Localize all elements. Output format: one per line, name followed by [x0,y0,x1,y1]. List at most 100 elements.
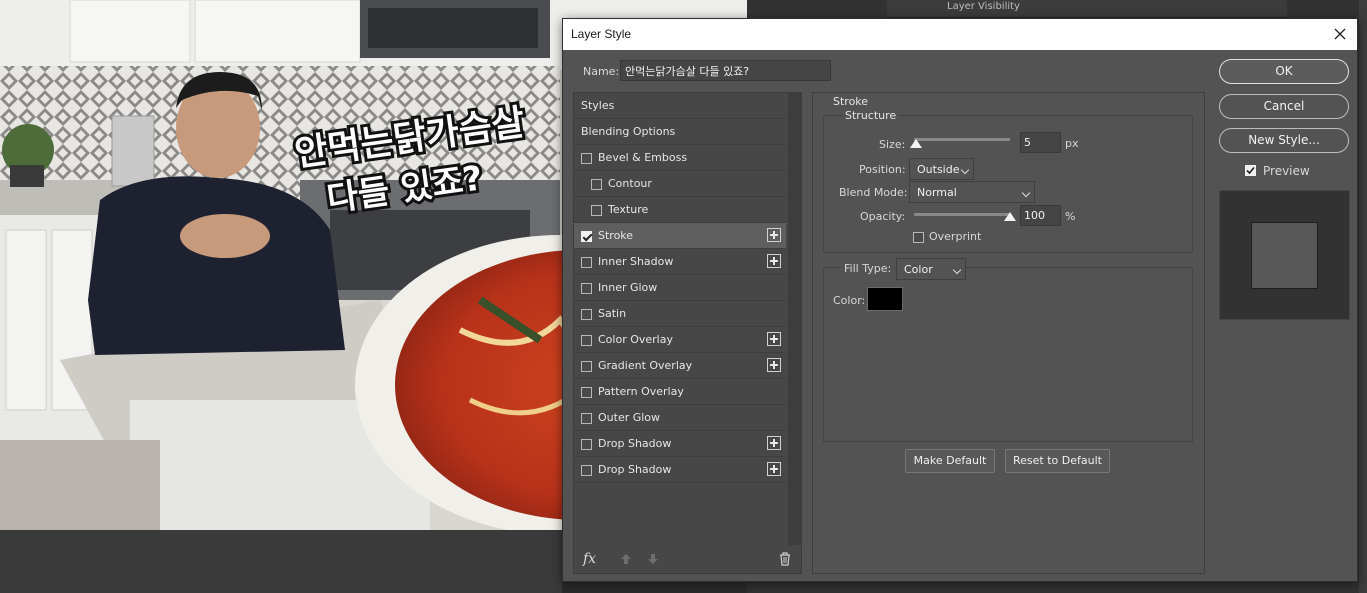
style-item-color-overlay[interactable]: Color Overlay [574,327,786,353]
blend-mode-label: Blend Mode: [839,186,908,199]
style-item-texture[interactable]: Texture [574,197,786,223]
fill-type-label: Fill Type: [841,262,895,275]
size-label: Size: [879,138,906,151]
preview-checkbox[interactable] [1245,165,1256,176]
styles-list: Styles Blending Options Bevel & Emboss Cont… [573,92,802,574]
style-item-label: Gradient Overlay [598,359,693,372]
stroke-settings-panel: Stroke Structure Size: 5 px Position: Ou… [812,92,1205,574]
size-slider[interactable] [914,138,1010,141]
position-select[interactable]: Outside [909,158,974,180]
add-style-plus-icon[interactable] [767,332,781,346]
ok-button[interactable]: OK [1219,59,1349,84]
styles-rows: Styles Blending Options Bevel & Emboss Cont… [574,93,786,483]
opacity-field[interactable]: 100 [1020,205,1061,226]
layer-style-dialog: Layer Style Name: 안먹는닭가슴살 다들 있죠? Styles B… [562,18,1358,582]
style-checkbox[interactable] [581,153,592,164]
name-label: Name: [583,65,620,78]
add-style-plus-icon[interactable] [767,462,781,476]
dialog-titlebar[interactable]: Layer Style [563,19,1357,50]
structure-title: Structure [843,109,899,122]
checkmark-icon [1246,166,1255,175]
color-swatch[interactable] [867,287,903,311]
blend-mode-value: Normal [917,186,957,199]
color-label: Color: [833,294,866,307]
style-checkbox[interactable] [581,283,592,294]
style-item-drop-shadow[interactable]: Drop Shadow [574,457,786,483]
make-default-button[interactable]: Make Default [905,449,995,473]
style-item-label: Drop Shadow [598,463,672,476]
layers-panel-row[interactable]: Layer Visibility [887,0,1287,18]
styles-scrollbar[interactable] [788,93,801,545]
style-checkbox[interactable] [581,413,592,424]
stroke-section-title: Stroke [833,95,869,108]
reset-to-default-button[interactable]: Reset to Default [1005,449,1110,473]
style-checkbox[interactable] [591,205,602,216]
style-checkbox[interactable] [581,309,592,320]
style-item-label: Bevel & Emboss [598,151,688,164]
move-up-icon[interactable] [620,553,632,565]
name-input[interactable]: 안먹는닭가슴살 다들 있죠? [620,60,831,81]
close-icon[interactable] [1331,25,1349,43]
new-style-button[interactable]: New Style... [1219,128,1349,153]
style-item-satin[interactable]: Satin [574,301,786,327]
size-unit: px [1065,137,1079,150]
style-item-pattern-overlay[interactable]: Pattern Overlay [574,379,786,405]
style-item-label: Contour [608,177,652,190]
overprint-checkbox[interactable] [913,232,924,243]
style-item-styles[interactable]: Styles [574,93,786,119]
add-style-plus-icon[interactable] [767,436,781,450]
style-checkbox[interactable] [581,387,592,398]
style-checkbox[interactable] [581,439,592,450]
style-preview [1219,190,1350,320]
fx-icon[interactable]: fx [583,551,596,567]
preview-label: Preview [1263,164,1310,178]
style-item-label: Drop Shadow [598,437,672,450]
style-item-label: Outer Glow [598,411,661,424]
size-field[interactable]: 5 [1020,132,1061,153]
add-style-plus-icon[interactable] [767,228,781,242]
style-item-inner-shadow[interactable]: Inner Shadow [574,249,786,275]
add-style-plus-icon[interactable] [767,254,781,268]
chevron-down-icon [952,265,962,275]
style-item-drop-shadow[interactable]: Drop Shadow [574,431,786,457]
fill-type-value: Color [904,263,933,276]
style-checkbox[interactable] [581,231,592,242]
style-item-stroke[interactable]: Stroke [574,223,786,249]
style-checkbox[interactable] [591,179,602,190]
style-item-label: Styles [581,99,615,112]
opacity-unit: % [1065,210,1076,223]
position-label: Position: [859,163,906,176]
dialog-title: Layer Style [571,27,632,41]
style-item-label: Color Overlay [598,333,673,346]
opacity-label: Opacity: [860,210,906,223]
style-item-blending-options[interactable]: Blending Options [574,119,786,145]
overprint-label: Overprint [929,230,982,243]
style-item-label: Pattern Overlay [598,385,684,398]
move-down-icon[interactable] [647,553,659,565]
opacity-slider[interactable] [914,213,1010,216]
style-checkbox[interactable] [581,465,592,476]
blend-mode-select[interactable]: Normal [909,181,1035,203]
style-item-label: Inner Glow [598,281,658,294]
panel-edge [1359,0,1367,593]
style-checkbox[interactable] [581,335,592,346]
add-style-plus-icon[interactable] [767,358,781,372]
style-item-outer-glow[interactable]: Outer Glow [574,405,786,431]
style-item-contour[interactable]: Contour [574,171,786,197]
style-item-bevel-emboss[interactable]: Bevel & Emboss [574,145,786,171]
chevron-down-icon [1021,188,1031,198]
opacity-slider-thumb[interactable] [1004,212,1016,221]
layer-visibility-label: Layer Visibility [947,1,1020,12]
style-item-gradient-overlay[interactable]: Gradient Overlay [574,353,786,379]
cancel-button[interactable]: Cancel [1219,94,1349,119]
style-item-label: Texture [608,203,649,216]
style-checkbox[interactable] [581,361,592,372]
chevron-down-icon [960,165,970,175]
trash-icon[interactable] [779,552,791,566]
style-item-inner-glow[interactable]: Inner Glow [574,275,786,301]
size-slider-thumb[interactable] [909,139,922,148]
fill-type-select[interactable]: Color [896,258,966,280]
style-checkbox[interactable] [581,257,592,268]
style-item-label: Blending Options [581,125,676,138]
preview-swatch [1251,222,1318,289]
